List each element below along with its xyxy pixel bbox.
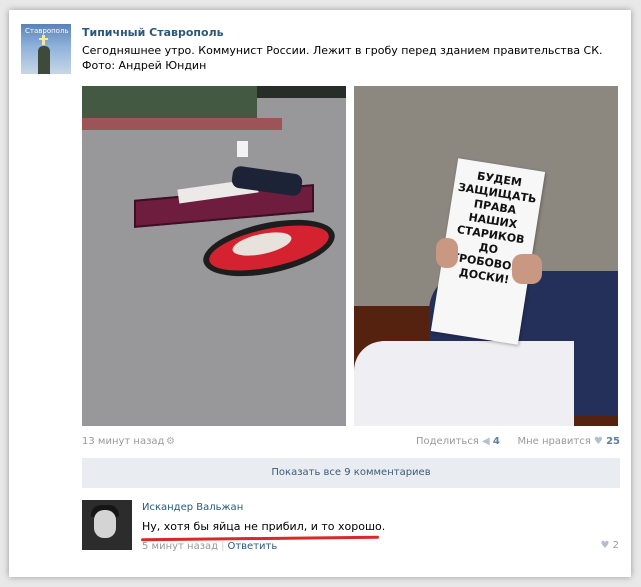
like-count: 25 — [606, 436, 620, 447]
share-button[interactable]: Поделиться ◀ 4 — [416, 436, 500, 447]
post-time-link[interactable]: 13 минут назад — [82, 436, 164, 447]
heart-icon: ♥ — [593, 436, 603, 447]
share-label: Поделиться — [416, 436, 479, 447]
photo-hand-left — [436, 238, 458, 268]
post-card: Ставрополь Типичный Ставрополь Сегодняшн… — [9, 10, 631, 577]
post-photo-coffin[interactable] — [82, 86, 346, 426]
group-avatar[interactable]: Ставрополь — [21, 24, 71, 74]
like-label: Мне нравится — [517, 436, 591, 447]
post-text-line: Сегодняшнее утро. Коммунист России. Лежи… — [82, 44, 603, 57]
avatar-caption: Ставрополь — [25, 27, 69, 35]
post-author-link[interactable]: Типичный Ставрополь — [82, 26, 224, 39]
megaphone-icon: ◀ — [482, 436, 490, 447]
comment-text: Ну, хотя бы яйца не прибил, и то хорошо. — [142, 520, 386, 533]
cross-icon — [39, 35, 48, 45]
photo-small-sign — [237, 141, 248, 157]
statue-figure — [38, 46, 50, 74]
photo-curb — [82, 118, 282, 130]
show-all-comments-button[interactable]: Показать все 9 комментариев — [82, 458, 620, 488]
avatar-face — [94, 510, 116, 538]
comment-time-link[interactable]: 5 минут назад — [142, 541, 218, 552]
android-icon: ⚙ — [166, 436, 175, 447]
photo-hand-right — [512, 254, 542, 284]
comment-author-link[interactable]: Искандер Вальжан — [142, 502, 243, 513]
comment-meta: 5 минут назад | Ответить — [142, 541, 277, 552]
like-button[interactable]: Мне нравится ♥ 25 — [517, 436, 620, 447]
post-photo-credit: Фото: Андрей Юндин — [82, 59, 207, 72]
post-photo-sign[interactable]: БУДЕМ ЗАЩИЩАТЬ ПРАВА НАШИХ СТАРИКОВ ДО Г… — [354, 86, 618, 426]
photo-sheet — [354, 341, 574, 426]
photo-lawn — [82, 86, 257, 120]
comment-like-count: 2 — [612, 540, 619, 551]
post-meta-row: 13 минут назад ⚙ Поделиться ◀ 4 Мне нрав… — [82, 436, 620, 452]
heart-icon: ♥ — [600, 540, 610, 551]
reply-button[interactable]: Ответить — [227, 541, 277, 552]
share-count: 4 — [492, 436, 500, 447]
post-text: Сегодняшнее утро. Коммунист России. Лежи… — [82, 43, 612, 73]
meta-separator: | — [221, 541, 225, 552]
comment-avatar[interactable] — [82, 500, 132, 550]
comment-like-button[interactable]: ♥ 2 — [600, 540, 619, 551]
